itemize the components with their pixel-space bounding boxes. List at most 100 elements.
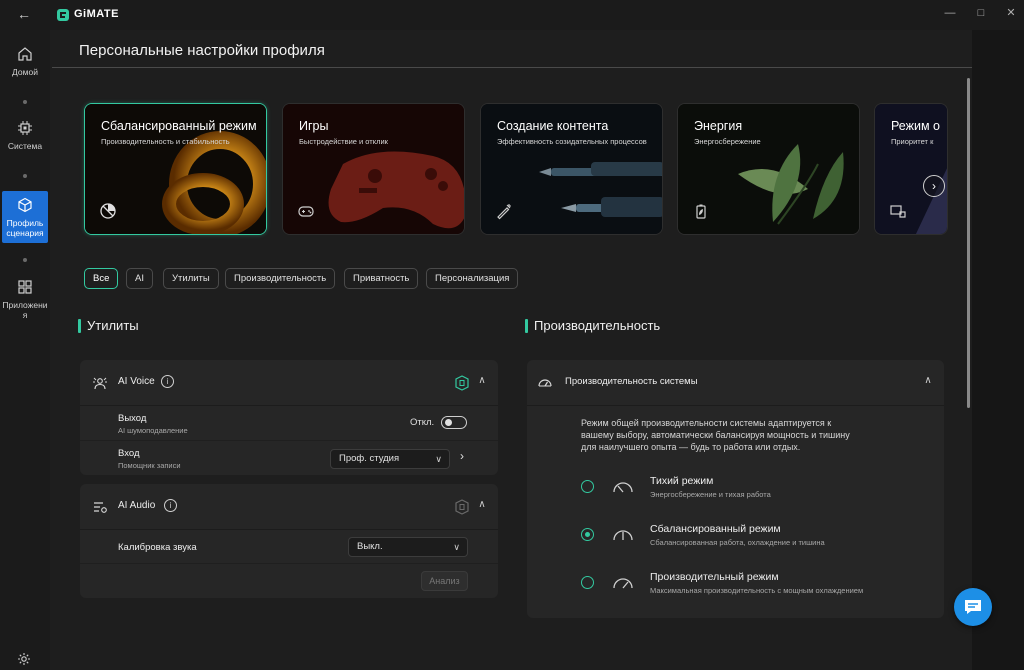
card-subtitle: Производительность и стабильность	[101, 137, 230, 146]
gear-icon[interactable]	[17, 652, 31, 666]
calibration-title: Калибровка звука	[118, 542, 197, 553]
right-panel-strip	[972, 30, 1024, 670]
scenario-card-content[interactable]: Создание контента Эффективность созидате…	[480, 103, 663, 235]
carousel-next-button[interactable]: ›	[923, 175, 945, 197]
battery-leaf-icon	[696, 204, 706, 219]
chevron-right-icon[interactable]: ›	[460, 449, 464, 463]
home-icon	[18, 47, 32, 61]
chip-icon	[18, 121, 32, 135]
toggle-state-label: Откл.	[410, 417, 435, 428]
info-icon[interactable]: i	[164, 499, 177, 512]
nav-label-apps: Приложения	[2, 300, 48, 320]
nav-item-system[interactable]: Система	[0, 120, 50, 151]
collapse-chevron-icon[interactable]: ∧	[475, 375, 489, 389]
scenario-card-privacy[interactable]: Режим о Приоритет к	[874, 103, 948, 235]
system-performance-panel: Производительность системы ∧ Режим общей…	[527, 360, 944, 618]
chevron-down-icon: ∨	[453, 542, 460, 552]
ai-voice-panel: AI Voice i ∧ Выход AI шумоподавление Отк…	[80, 360, 498, 475]
mode-radio-balanced[interactable]	[581, 528, 594, 541]
voice-icon	[93, 377, 107, 390]
scenario-card-balanced[interactable]: Сбалансированный режим Производительност…	[84, 103, 267, 235]
ai-voice-output-row: Выход AI шумоподавление Откл.	[80, 406, 498, 441]
gauge-high-icon	[613, 578, 633, 589]
chat-support-button[interactable]	[954, 588, 992, 626]
mode-subtitle: Энергосбережение и тихая работа	[650, 490, 771, 499]
filter-chip-ai[interactable]: AI	[126, 268, 153, 289]
collapse-chevron-icon[interactable]: ∧	[921, 375, 935, 389]
chevron-down-icon: ∨	[435, 454, 442, 464]
system-performance-title: Производительность системы	[565, 376, 698, 387]
calibration-select[interactable]: Выкл. ∨	[348, 537, 468, 557]
nav-label-scenario-profile: Профиль сценария	[6, 218, 44, 238]
vertical-scrollbar[interactable]	[967, 78, 970, 408]
mode-radio-performance[interactable]	[581, 576, 594, 589]
mode-title: Сбалансированный режим	[650, 523, 781, 535]
gamepad-icon	[298, 206, 314, 217]
scenario-card-energy[interactable]: Энергия Энергосбережение	[677, 103, 860, 235]
maximize-button[interactable]: □	[970, 3, 992, 23]
nav-item-apps[interactable]: Приложения	[0, 279, 50, 320]
noise-cancel-toggle[interactable]	[441, 416, 467, 429]
filter-chip-performance[interactable]: Производительность	[225, 268, 336, 289]
speedometer-icon	[538, 379, 552, 387]
section-accent-bar	[525, 319, 528, 333]
scenario-card-games[interactable]: Игры Быстродействие и отклик	[282, 103, 465, 235]
ai-voice-input-row: Вход Помощник записи Проф. студия ∨ ›	[80, 441, 498, 475]
system-performance-header[interactable]: Производительность системы ∧	[527, 360, 944, 406]
app-name: GiMATE	[74, 8, 119, 20]
balance-icon	[100, 203, 116, 219]
analyze-button[interactable]: Анализ	[421, 571, 468, 591]
card-title: Создание контента	[497, 119, 609, 133]
back-button[interactable]: ←	[14, 6, 34, 24]
filter-chip-personalization[interactable]: Персонализация	[426, 268, 519, 289]
mode-subtitle: Сбалансированная работа, охлаждение и ти…	[650, 538, 825, 547]
card-title: Сбалансированный режим	[101, 119, 257, 133]
card-subtitle: Быстродействие и отклик	[299, 137, 388, 146]
minimize-button[interactable]: —	[939, 3, 961, 23]
gauge-low-icon	[613, 482, 633, 493]
performance-description-line: вашему выбору, автоматически балансируя …	[581, 430, 850, 440]
app-logo-icon	[57, 9, 69, 21]
ai-voice-title: AI Voice	[118, 376, 155, 387]
card-title: Режим о	[891, 119, 940, 133]
input-mode-select[interactable]: Проф. студия ∨	[330, 449, 450, 469]
ai-voice-header[interactable]: AI Voice i ∧	[80, 360, 498, 406]
performance-description-line: Режим общей производительности системы а…	[581, 418, 832, 428]
performance-description-line: для наилучшего опыта — будь то работа ил…	[581, 442, 801, 452]
privacy-icon	[890, 205, 906, 218]
nav-separator-dot	[23, 258, 27, 262]
input-title: Вход	[118, 448, 140, 459]
title-bar: ← GiMATE — □ ✕	[0, 0, 1024, 30]
nav-item-scenario-profile[interactable]: Профиль сценария	[2, 191, 48, 243]
nav-label-home: Домой	[12, 67, 38, 77]
gauge-mid-icon	[613, 530, 633, 541]
audio-settings-icon	[94, 502, 107, 513]
output-title: Выход	[118, 413, 147, 424]
close-button[interactable]: ✕	[1000, 3, 1022, 23]
filter-chip-utilities[interactable]: Утилиты	[163, 268, 219, 289]
page-title: Персональные настройки профиля	[79, 42, 325, 59]
calibration-row: Калибровка звука Выкл. ∨	[80, 530, 498, 564]
mode-radio-quiet[interactable]	[581, 480, 594, 493]
card-title: Энергия	[694, 119, 743, 133]
card-subtitle: Энергосбережение	[694, 137, 761, 146]
card-subtitle: Приоритет к	[891, 137, 934, 146]
mode-subtitle: Максимальная производительность с мощным…	[650, 586, 864, 595]
nav-separator-dot	[23, 174, 27, 178]
nav-separator-dot	[23, 100, 27, 104]
left-navigation: Домой Система Профиль сценария Приложени…	[0, 30, 50, 670]
collapse-chevron-icon[interactable]: ∧	[475, 499, 489, 513]
chat-bubble-icon	[965, 600, 981, 614]
ai-audio-header[interactable]: AI Audio i ∧	[80, 484, 498, 530]
pen-icon	[497, 204, 511, 220]
card-title: Игры	[299, 119, 329, 133]
info-icon[interactable]: i	[161, 375, 174, 388]
nav-label-system: Система	[7, 141, 43, 151]
nav-item-home[interactable]: Домой	[0, 46, 50, 77]
section-heading-utilities: Утилиты	[87, 318, 139, 333]
toggle-knob	[445, 419, 452, 426]
section-accent-bar	[78, 319, 81, 333]
apps-icon	[18, 280, 32, 294]
filter-chip-all[interactable]: Все	[84, 268, 119, 289]
filter-chip-privacy[interactable]: Приватность	[344, 268, 419, 289]
